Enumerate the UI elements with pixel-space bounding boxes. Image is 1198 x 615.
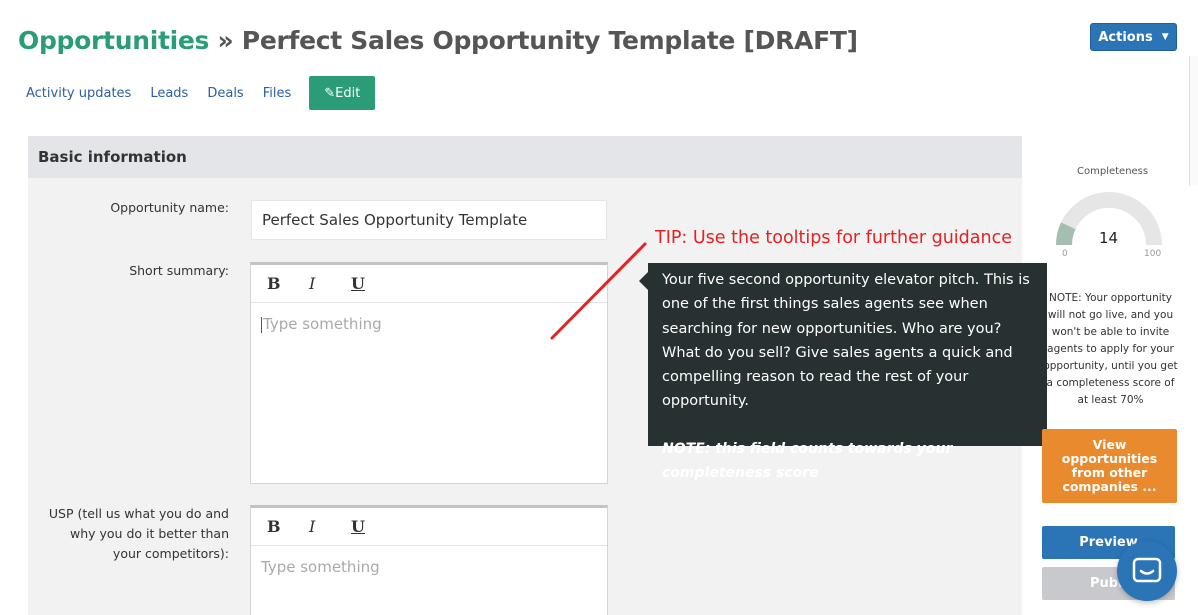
bold-button[interactable]: B	[267, 274, 309, 293]
tab-files[interactable]: Files	[263, 86, 292, 101]
tooltip: Your five second opportunity elevator pi…	[648, 263, 1047, 481]
short-summary-label: Short summary:	[129, 263, 229, 278]
note-line: opportunity, until you get	[1043, 360, 1178, 372]
chat-bubble-icon	[1132, 557, 1162, 583]
note-line: agents to apply for your	[1047, 343, 1174, 355]
text-caret	[261, 316, 262, 333]
caret-down-icon: ▼	[1161, 32, 1169, 42]
usp-label: USP (tell us what you do and why you do …	[40, 504, 229, 564]
gauge-max-label: 100	[1144, 249, 1162, 259]
opportunity-name-input[interactable]: Perfect Sales Opportunity Template	[251, 200, 607, 240]
short-summary-placeholder: Type something	[263, 315, 382, 333]
bold-button[interactable]: B	[267, 517, 309, 536]
note-line: won't be able to invite	[1051, 326, 1170, 338]
tip-pointer-line	[550, 242, 647, 340]
usp-label-line3: your competitors):	[112, 546, 229, 561]
panel-heading: Basic information	[28, 136, 1022, 178]
breadcrumb-separator: »	[217, 26, 234, 55]
completeness-note: NOTE: Your opportunity will not go live,…	[1042, 290, 1179, 409]
italic-button[interactable]: I	[309, 274, 351, 293]
tab-activity-updates[interactable]: Activity updates	[26, 86, 131, 101]
note-line: will not go live, and you	[1047, 309, 1174, 321]
tip-annotation: TIP: Use the tooltips for further guidan…	[655, 228, 1012, 248]
page-title: Opportunities » Perfect Sales Opportunit…	[18, 26, 858, 55]
actions-button[interactable]: Actions ▼	[1090, 23, 1177, 51]
note-line: a completeness score of	[1046, 377, 1175, 389]
usp-placeholder: Type something	[261, 558, 380, 576]
underline-button[interactable]: U	[351, 274, 393, 293]
underline-button[interactable]: U	[351, 517, 393, 536]
chat-launcher-button[interactable]	[1117, 541, 1177, 601]
opportunity-name-label: Opportunity name:	[110, 200, 229, 215]
usp-editor[interactable]: B I U Type something	[250, 505, 608, 615]
completeness-label: Completeness	[1077, 166, 1149, 177]
breadcrumb-opportunities[interactable]: Opportunities	[18, 26, 209, 55]
scroll-edge	[1189, 56, 1198, 186]
tooltip-note: NOTE: this field counts towards your com…	[662, 440, 953, 482]
tab-bar: Activity updates Leads Deals Files ✎Edit	[26, 76, 376, 110]
usp-textarea[interactable]: Type something	[251, 546, 607, 588]
page-title-text: Perfect Sales Opportunity Template [DRAF…	[241, 26, 858, 55]
editor-toolbar: B I U	[251, 508, 607, 546]
usp-label-line2: why you do it better than	[70, 526, 229, 541]
edit-button[interactable]: ✎Edit	[309, 76, 376, 110]
italic-button[interactable]: I	[309, 517, 351, 536]
gauge-min-label: 0	[1062, 249, 1068, 259]
tooltip-body: Your five second opportunity elevator pi…	[662, 272, 1030, 410]
tab-deals[interactable]: Deals	[207, 86, 243, 101]
actions-label: Actions	[1098, 29, 1153, 45]
usp-label-line1: USP (tell us what you do and	[48, 506, 229, 521]
tooltip-arrow	[639, 272, 648, 290]
view-other-opportunities-button[interactable]: View opportunities from other companies …	[1042, 429, 1177, 503]
tab-leads[interactable]: Leads	[150, 86, 188, 101]
note-line: at least 70%	[1077, 394, 1144, 406]
completeness-value: 14	[1099, 229, 1119, 247]
note-line: NOTE: Your opportunity	[1049, 292, 1172, 304]
